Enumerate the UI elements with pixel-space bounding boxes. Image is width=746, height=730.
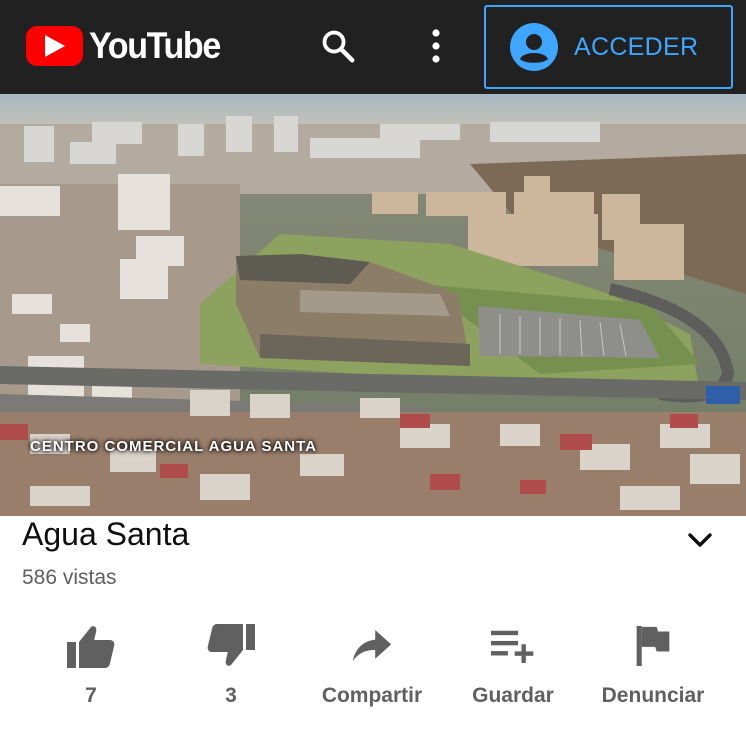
search-button[interactable]	[316, 24, 360, 68]
dislike-count: 3	[225, 684, 237, 707]
expand-description-button[interactable]	[684, 524, 716, 556]
video-player[interactable]: CENTRO COMERCIAL AGUA SANTA	[0, 94, 746, 516]
report-button[interactable]: Denunciar	[583, 618, 723, 718]
dislike-button[interactable]: 3	[161, 618, 301, 718]
like-button[interactable]: 7	[21, 618, 161, 718]
thumb-up-icon	[67, 626, 115, 668]
share-icon	[352, 630, 392, 662]
share-button[interactable]: Compartir	[302, 618, 442, 718]
top-app-bar: YouTube ACCEDER	[0, 0, 746, 94]
account-circle-icon	[510, 23, 558, 71]
logo-text: YouTube	[89, 25, 221, 66]
share-label: Compartir	[321, 684, 423, 707]
save-label: Guardar	[472, 684, 554, 707]
more-vert-icon	[432, 29, 440, 63]
search-icon	[322, 30, 355, 63]
playlist-add-icon	[491, 630, 534, 663]
save-button[interactable]: Guardar	[443, 618, 583, 718]
chevron-down-icon	[688, 533, 712, 547]
view-count: 586 vistas	[22, 566, 117, 589]
thumb-down-icon	[207, 624, 255, 666]
video-overlay-caption: CENTRO COMERCIAL AGUA SANTA	[30, 438, 317, 455]
like-count: 7	[85, 684, 97, 707]
flag-icon	[636, 626, 670, 666]
more-options-button[interactable]	[414, 24, 458, 68]
youtube-logo[interactable]: YouTube	[26, 24, 231, 68]
video-title: Agua Santa	[22, 516, 190, 552]
youtube-play-icon	[26, 26, 83, 66]
sign-in-button[interactable]: ACCEDER	[484, 5, 733, 89]
report-label: Denunciar	[601, 684, 705, 707]
sign-in-label: ACCEDER	[574, 32, 699, 61]
